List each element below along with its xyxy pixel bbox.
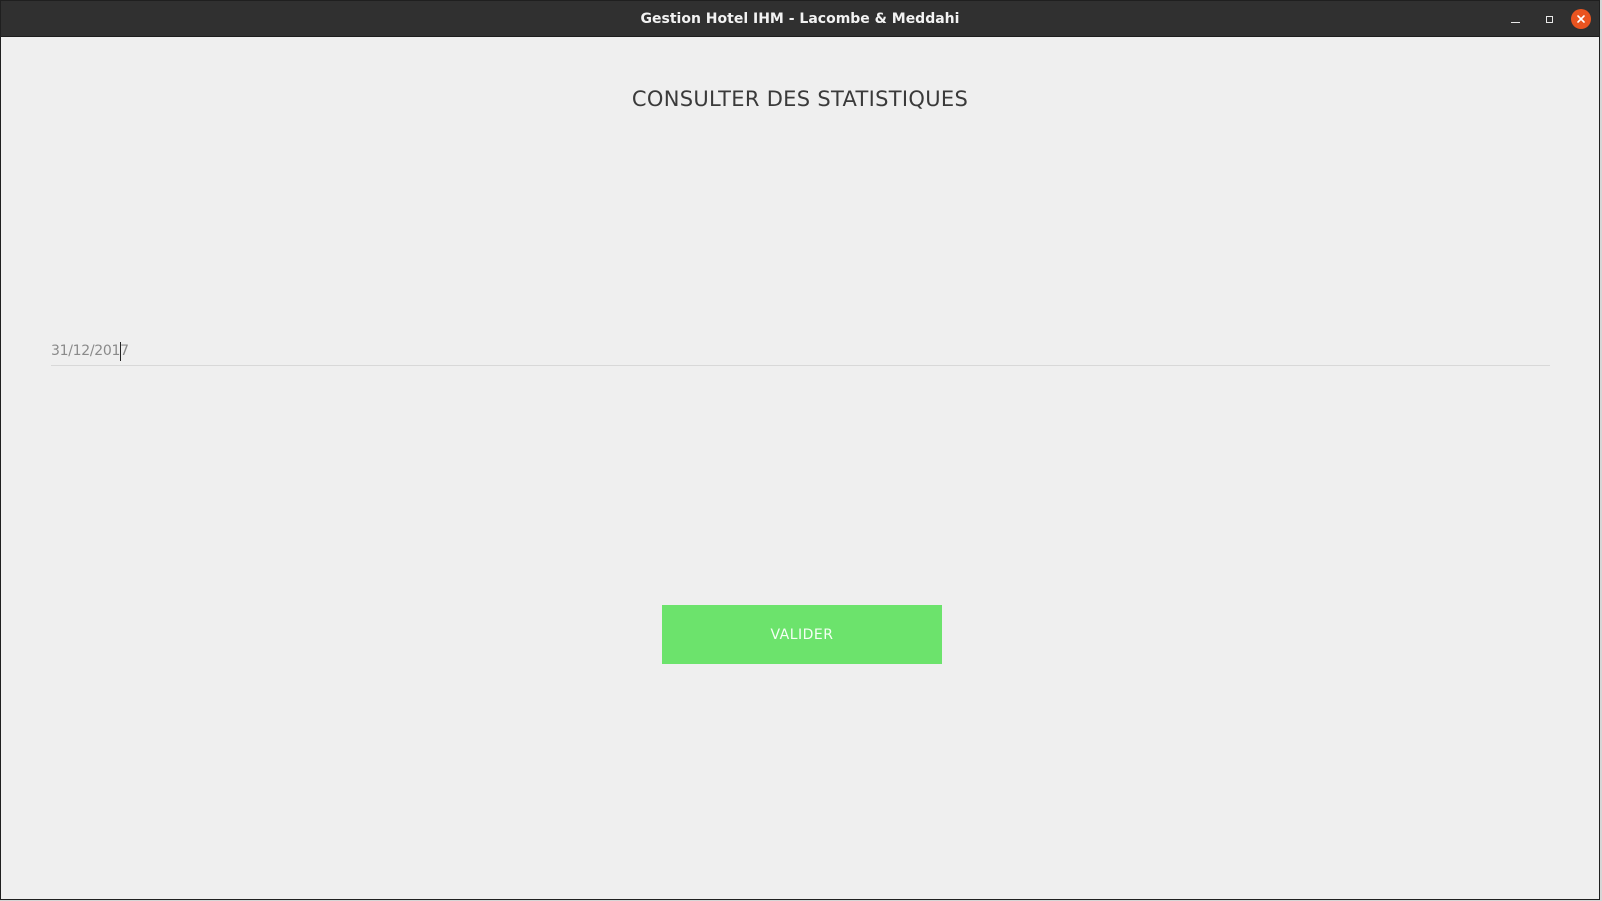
date-field[interactable]: [51, 340, 1550, 366]
valider-button[interactable]: VALIDER: [662, 605, 942, 664]
app-window: Gestion Hotel IHM - Lacombe & Meddahi CO…: [0, 0, 1600, 900]
main-content: CONSULTER DES STATISTIQUES VALIDER: [1, 37, 1599, 900]
text-caret: [120, 342, 121, 361]
maximize-icon: [1545, 15, 1553, 23]
close-button[interactable]: [1571, 9, 1591, 29]
minimize-icon: [1510, 21, 1520, 23]
close-icon: [1577, 15, 1585, 23]
title-bar[interactable]: Gestion Hotel IHM - Lacombe & Meddahi: [1, 1, 1599, 37]
page-title: CONSULTER DES STATISTIQUES: [631, 87, 969, 111]
date-input[interactable]: [51, 340, 1550, 362]
maximize-button[interactable]: [1539, 9, 1559, 29]
minimize-button[interactable]: [1505, 9, 1525, 29]
window-title: Gestion Hotel IHM - Lacombe & Meddahi: [640, 11, 960, 27]
